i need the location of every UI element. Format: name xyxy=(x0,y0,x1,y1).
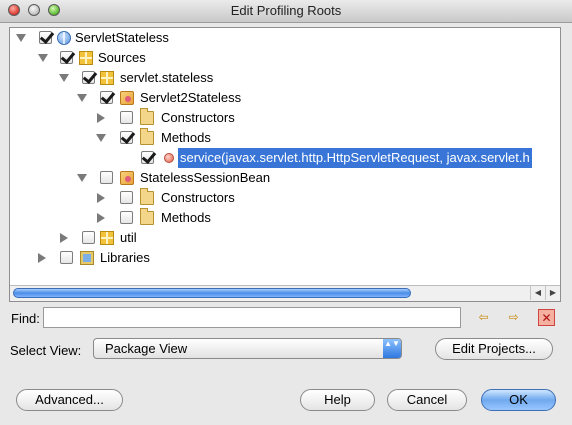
tree-node-libraries[interactable]: Libraries xyxy=(10,248,560,268)
select-view-label: Select View: xyxy=(10,343,82,358)
expand-toggle-icon[interactable] xyxy=(97,213,105,223)
tree-node-constructors[interactable]: Constructors xyxy=(10,108,560,128)
tree-node-checkbox[interactable] xyxy=(120,111,133,124)
help-button[interactable]: Help xyxy=(300,389,375,411)
tree-node-label: Methods xyxy=(161,210,211,225)
method-icon xyxy=(164,153,174,163)
find-input[interactable] xyxy=(43,307,461,328)
expand-toggle-icon[interactable] xyxy=(38,54,48,62)
expand-toggle-icon[interactable] xyxy=(96,134,106,142)
expand-toggle-icon[interactable] xyxy=(59,74,69,82)
clear-find-icon[interactable]: ✕ xyxy=(538,309,555,326)
tree-node-constructors[interactable]: Constructors xyxy=(10,188,560,208)
tree-node-checkbox[interactable] xyxy=(120,131,133,144)
class-icon xyxy=(120,171,134,185)
tree-node-checkbox[interactable] xyxy=(141,151,154,164)
tree-node-label: Servlet2Stateless xyxy=(140,90,242,105)
tree-node-methods[interactable]: Methods xyxy=(10,208,560,228)
tree-node-label: util xyxy=(120,230,137,245)
package-icon xyxy=(100,71,114,85)
title-bar: Edit Profiling Roots xyxy=(0,0,572,23)
folder-icon xyxy=(140,188,154,205)
edit-projects-button[interactable]: Edit Projects... xyxy=(435,338,553,360)
horizontal-scrollbar[interactable]: ◀ ▶ xyxy=(10,285,560,301)
tree-node-servlet2stateless[interactable]: Servlet2Stateless xyxy=(10,88,560,108)
folder-icon xyxy=(140,208,154,225)
tree-node-checkbox[interactable] xyxy=(120,211,133,224)
tree-node-checkbox[interactable] xyxy=(120,191,133,204)
tree-node-checkbox[interactable] xyxy=(39,31,52,44)
tree-node-label: Sources xyxy=(98,50,146,65)
folder-icon xyxy=(140,128,154,145)
find-next-icon[interactable]: ⇨ xyxy=(505,309,522,326)
project-globe-icon xyxy=(57,31,71,45)
advanced-button[interactable]: Advanced... xyxy=(16,389,123,411)
window-title: Edit Profiling Roots xyxy=(230,3,342,18)
tree-node-label: StatelessSessionBean xyxy=(140,170,271,185)
expand-toggle-icon[interactable] xyxy=(16,34,26,42)
expand-toggle-icon[interactable] xyxy=(77,94,87,102)
tree-node-label: service(javax.servlet.http.HttpServletRe… xyxy=(178,148,532,168)
scroll-left-icon[interactable]: ◀ xyxy=(530,286,545,300)
tree-node-methods[interactable]: Methods xyxy=(10,128,560,148)
tree-node-label: Libraries xyxy=(100,250,150,265)
tree-node-label: servlet.stateless xyxy=(120,70,214,85)
expand-toggle-icon[interactable] xyxy=(97,113,105,123)
tree-node-util[interactable]: util xyxy=(10,228,560,248)
tree-node-servlet-stateless[interactable]: servlet.stateless xyxy=(10,68,560,88)
tree-node-checkbox[interactable] xyxy=(60,251,73,264)
tree-node-sources[interactable]: Sources xyxy=(10,48,560,68)
scroll-right-icon[interactable]: ▶ xyxy=(545,286,560,300)
find-label: Find: xyxy=(11,311,40,326)
tree-node-checkbox[interactable] xyxy=(82,71,95,84)
tree-node-label: Constructors xyxy=(161,190,235,205)
tree-node-label: Methods xyxy=(161,130,211,145)
expand-toggle-icon[interactable] xyxy=(38,253,46,263)
expand-toggle-icon[interactable] xyxy=(60,233,68,243)
tree-node-checkbox[interactable] xyxy=(82,231,95,244)
scrollbar-thumb[interactable] xyxy=(13,288,411,298)
tree-node-checkbox[interactable] xyxy=(100,171,113,184)
find-previous-icon[interactable]: ⇦ xyxy=(475,309,492,326)
library-icon xyxy=(80,251,94,265)
expand-toggle-icon[interactable] xyxy=(97,193,105,203)
select-view-value: Package View xyxy=(105,341,188,356)
tree-node-statelesssessionbean[interactable]: StatelessSessionBean xyxy=(10,168,560,188)
folder-icon xyxy=(140,108,154,125)
tree-node-servletstateless[interactable]: ServletStateless xyxy=(10,28,560,48)
tree-node-service-method[interactable]: service(javax.servlet.http.HttpServletRe… xyxy=(10,148,560,168)
select-view-dropdown[interactable]: Package View ▲▼ xyxy=(93,338,402,359)
ok-button[interactable]: OK xyxy=(481,389,556,411)
tree-node-label: Constructors xyxy=(161,110,235,125)
dropdown-arrows-icon: ▲▼ xyxy=(383,339,401,358)
tree-node-label: ServletStateless xyxy=(75,30,169,45)
expand-toggle-icon[interactable] xyxy=(77,174,87,182)
package-icon xyxy=(100,231,114,245)
package-icon xyxy=(79,51,93,65)
profiling-roots-tree[interactable]: ServletStateless Sources servlet.statele… xyxy=(9,27,561,302)
tree-node-checkbox[interactable] xyxy=(100,91,113,104)
class-icon xyxy=(120,91,134,105)
cancel-button[interactable]: Cancel xyxy=(387,389,467,411)
tree-node-checkbox[interactable] xyxy=(60,51,73,64)
